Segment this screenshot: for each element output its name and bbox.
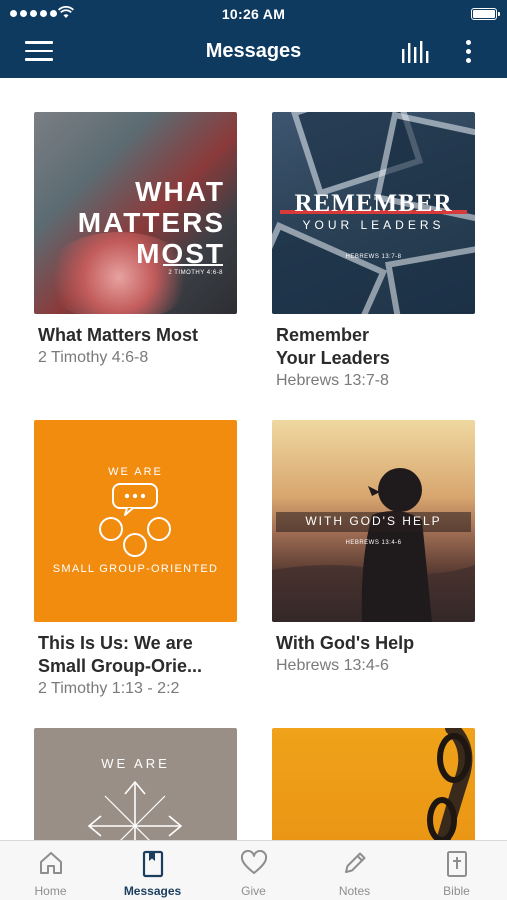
artwork-bottom-text: SMALL GROUP-ORIENTED	[52, 563, 219, 575]
home-icon	[39, 852, 62, 874]
tab-label: Messages	[123, 884, 182, 898]
tab-label: Home	[34, 884, 67, 898]
tab-give[interactable]: Give	[203, 841, 304, 900]
message-card-untitled[interactable]	[272, 728, 475, 840]
message-artwork: WE ARE SMALL GROUP-ORIENTED	[34, 420, 237, 622]
tab-bar: Home Messages Give Notes Bible	[0, 840, 507, 900]
message-title: Remember Your Leaders	[276, 325, 390, 368]
message-card-small-group-oriented[interactable]: WE ARE SMALL GROUP-ORIENTED This Is Us: …	[34, 420, 237, 700]
tab-label: Bible	[443, 884, 470, 898]
tab-home[interactable]: Home	[0, 841, 101, 900]
message-card-what-matters-most[interactable]: WHAT MATTERS MOST 2 TIMOTHY 4:6-8 What M…	[34, 112, 237, 369]
message-reference: Hebrews 13:7-8	[276, 372, 389, 389]
messages-grid: WHAT MATTERS MOST 2 TIMOTHY 4:6-8 What M…	[0, 78, 507, 840]
message-artwork: WITH GOD'S HELP HEBREWS 13:4-6	[272, 420, 475, 622]
artwork-top-text: WE ARE	[108, 466, 163, 478]
artwork-title-text: WHAT MATTERS MOST	[77, 176, 225, 269]
tab-bible[interactable]: Bible	[406, 841, 507, 900]
more-options-button[interactable]	[462, 40, 474, 66]
tab-label: Give	[241, 884, 266, 898]
message-title: What Matters Most	[38, 325, 199, 345]
battery-icon	[471, 8, 500, 20]
pencil-icon	[344, 852, 365, 873]
message-artwork: WE ARE	[34, 728, 237, 840]
tab-notes[interactable]: Notes	[304, 841, 405, 900]
message-reference: Hebrews 13:4-6	[276, 657, 389, 674]
message-card-we-are[interactable]: WE ARE	[34, 728, 237, 840]
message-title: With God's Help	[276, 633, 415, 653]
message-artwork	[272, 728, 475, 840]
status-time: 10:26 AM	[221, 6, 286, 22]
artwork-subtitle-text: YOUR LEADERS	[302, 218, 445, 232]
chat-circles-icon	[99, 483, 171, 557]
artwork-reference: HEBREWS 13:4-6	[345, 540, 402, 546]
chain-image	[427, 728, 473, 840]
message-artwork: REMEMBER YOUR LEADERS HEBREWS 13:7-8	[272, 112, 475, 314]
artwork-title-text: REMEMBER	[294, 190, 453, 217]
message-card-remember-your-leaders[interactable]: REMEMBER YOUR LEADERS HEBREWS 13:7-8 Rem…	[272, 112, 475, 392]
navigation-bar: Messages	[0, 28, 507, 78]
artwork-reference: 2 TIMOTHY 4:6-8	[168, 270, 223, 276]
artwork-title-text: WITH GOD'S HELP	[305, 514, 442, 528]
arrows-cross-icon	[87, 780, 183, 840]
message-title: This Is Us: We are Small Group-Orie...	[38, 633, 203, 676]
tab-label: Notes	[338, 884, 371, 898]
message-reference: 2 Timothy 4:6-8	[38, 349, 149, 366]
book-icon	[142, 850, 163, 878]
status-bar: 10:26 AM	[0, 0, 507, 28]
tab-messages[interactable]: Messages	[102, 841, 203, 900]
audio-bars-icon[interactable]	[401, 41, 431, 63]
message-card-with-gods-help[interactable]: WITH GOD'S HELP HEBREWS 13:4-6 With God'…	[272, 420, 475, 677]
kebab-menu-icon	[465, 40, 471, 45]
artwork-reference: HEBREWS 13:7-8	[345, 254, 402, 260]
artwork-top-text: WE ARE	[101, 756, 170, 771]
message-artwork: WHAT MATTERS MOST 2 TIMOTHY 4:6-8	[34, 112, 237, 314]
bible-icon	[446, 851, 467, 877]
message-reference: 2 Timothy 1:13 - 2:2	[38, 680, 180, 697]
heart-icon	[240, 850, 267, 874]
top-bar: 10:26 AM Messages	[0, 0, 507, 78]
